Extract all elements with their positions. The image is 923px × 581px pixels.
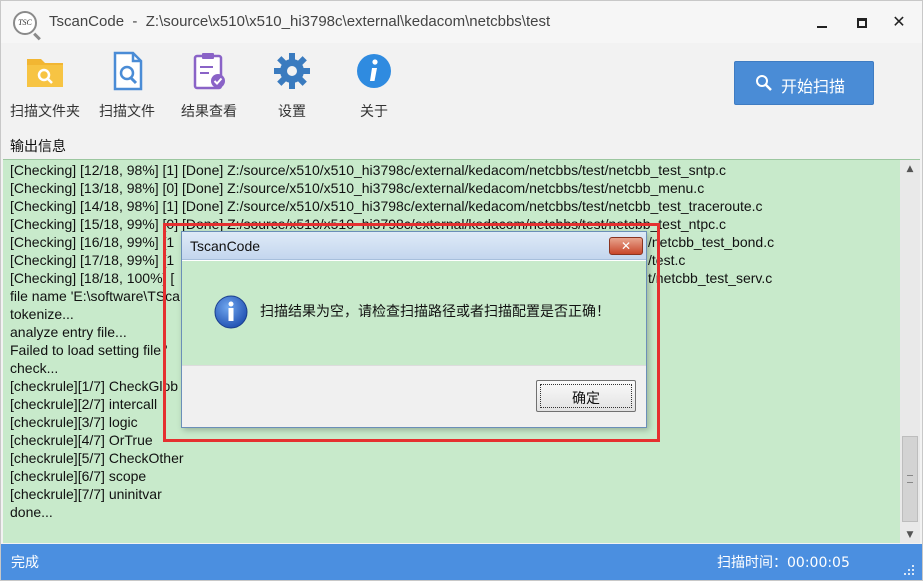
log-line: [checkrule][4/7] OrTrue: [10, 432, 153, 448]
scan-file-label: 扫描文件: [99, 104, 155, 120]
file-search-icon: [113, 51, 143, 91]
maximize-button[interactable]: [844, 7, 880, 37]
view-results-label: 结果查看: [181, 104, 237, 120]
log-line: analyze entry file...: [10, 324, 127, 340]
log-line: [Checking] [18/18, 100%] [: [10, 270, 175, 286]
scroll-down-arrow-icon[interactable]: ▼: [900, 526, 920, 543]
search-icon: [756, 75, 772, 91]
log-line-fragment: t/netcbb_test_serv.c: [648, 270, 773, 286]
ok-button[interactable]: 确定: [536, 380, 636, 412]
dialog-title-bar: TscanCode ✕: [182, 232, 646, 260]
scan-file-button[interactable]: 扫描文件: [87, 49, 167, 123]
log-line: [Checking] [17/18, 99%] [1: [10, 252, 175, 268]
close-icon: ✕: [620, 239, 632, 253]
log-line-fragment: /netcbb_test_bond.c: [648, 234, 775, 250]
maximize-icon: [857, 17, 867, 28]
log-line: [Checking] [16/18, 99%] [1: [10, 234, 175, 250]
about-button[interactable]: 关于: [334, 49, 414, 123]
log-line: [Checking] [14/18, 98%] [1] [Done] Z:/so…: [10, 198, 763, 214]
window-title-app: TscanCode: [49, 13, 125, 30]
result-clipboard-icon: [193, 53, 225, 90]
scan-time-text: 扫描时间：00:00:05: [717, 555, 850, 571]
info-icon: [357, 54, 391, 88]
log-line: tokenize...: [10, 306, 74, 322]
about-label: 关于: [360, 104, 388, 120]
close-icon: ✕: [892, 12, 906, 31]
log-line: done...: [10, 504, 53, 520]
log-line: check...: [10, 360, 59, 376]
log-line: Failed to load setting file ': [10, 342, 168, 358]
scrollbar-grip-icon: [907, 475, 913, 483]
vertical-scrollbar[interactable]: ▲ ▼: [900, 160, 920, 543]
dialog-title: TscanCode: [190, 238, 261, 254]
settings-label: 设置: [278, 104, 306, 120]
start-scan-label: 开始扫描: [781, 77, 846, 96]
resize-grip-icon[interactable]: [903, 564, 915, 576]
scrollbar-thumb[interactable]: [902, 436, 918, 522]
window-title: TscanCode - Z:\source\x510\x510_hi3798c\…: [49, 13, 550, 30]
info-icon: [214, 295, 248, 329]
scan-folder-button[interactable]: 扫描文件夹: [5, 49, 85, 123]
window-title-sep: -: [132, 13, 138, 30]
status-text: 完成: [11, 555, 39, 571]
log-line: [checkrule][2/7] intercall: [10, 396, 158, 412]
dialog-body: 扫描结果为空，请检查扫描路径或者扫描配置是否正确！: [182, 261, 646, 365]
app-logo-text: TSC: [18, 18, 32, 27]
main-window: TSC TscanCode - Z:\source\x510\x510_hi37…: [0, 0, 923, 581]
title-bar: TSC TscanCode - Z:\source\x510\x510_hi37…: [1, 1, 922, 43]
gear-icon: [274, 53, 310, 89]
dialog-close-button[interactable]: ✕: [609, 237, 643, 255]
status-bar: 完成 扫描时间：00:00:05: [1, 544, 922, 580]
log-line: [Checking] [12/18, 98%] [1] [Done] Z:/so…: [10, 162, 726, 178]
settings-button[interactable]: 设置: [252, 49, 332, 123]
log-line: [Checking] [13/18, 98%] [0] [Done] Z:/so…: [10, 180, 705, 196]
toolbar: 扫描文件夹 扫描文件 结果查看 设置 关于 开始扫描: [1, 43, 922, 127]
minimize-button[interactable]: [804, 7, 840, 37]
app-logo-icon: TSC: [13, 11, 37, 35]
log-line: [checkrule][7/7] uninitvar: [10, 486, 162, 502]
log-line: [checkrule][1/7] CheckGlob: [10, 378, 179, 394]
scan-folder-label: 扫描文件夹: [10, 104, 80, 120]
dialog-footer: 确定: [182, 365, 646, 427]
minimize-icon: [817, 25, 827, 28]
close-button[interactable]: ✕: [881, 7, 917, 37]
scroll-up-arrow-icon[interactable]: ▲: [900, 160, 920, 178]
log-line: file name 'E:\software\TSca: [10, 288, 180, 304]
log-line: [checkrule][5/7] CheckOther: [10, 450, 184, 466]
output-section-label: 输出信息: [10, 139, 66, 155]
log-line: [checkrule][3/7] logic: [10, 414, 138, 430]
window-title-path: Z:\source\x510\x510_hi3798c\external\ked…: [145, 13, 551, 30]
start-scan-button[interactable]: 开始扫描: [734, 61, 874, 105]
message-dialog: TscanCode ✕ 扫描结果为空，请检查扫描路径或者扫描配置是否正确！ 确定: [181, 231, 647, 428]
view-results-button[interactable]: 结果查看: [169, 49, 249, 123]
dialog-message: 扫描结果为空，请检查扫描路径或者扫描配置是否正确！: [260, 304, 610, 320]
log-line: [checkrule][6/7] scope: [10, 468, 147, 484]
ok-button-label: 确定: [572, 391, 600, 407]
folder-search-icon: [27, 59, 63, 87]
